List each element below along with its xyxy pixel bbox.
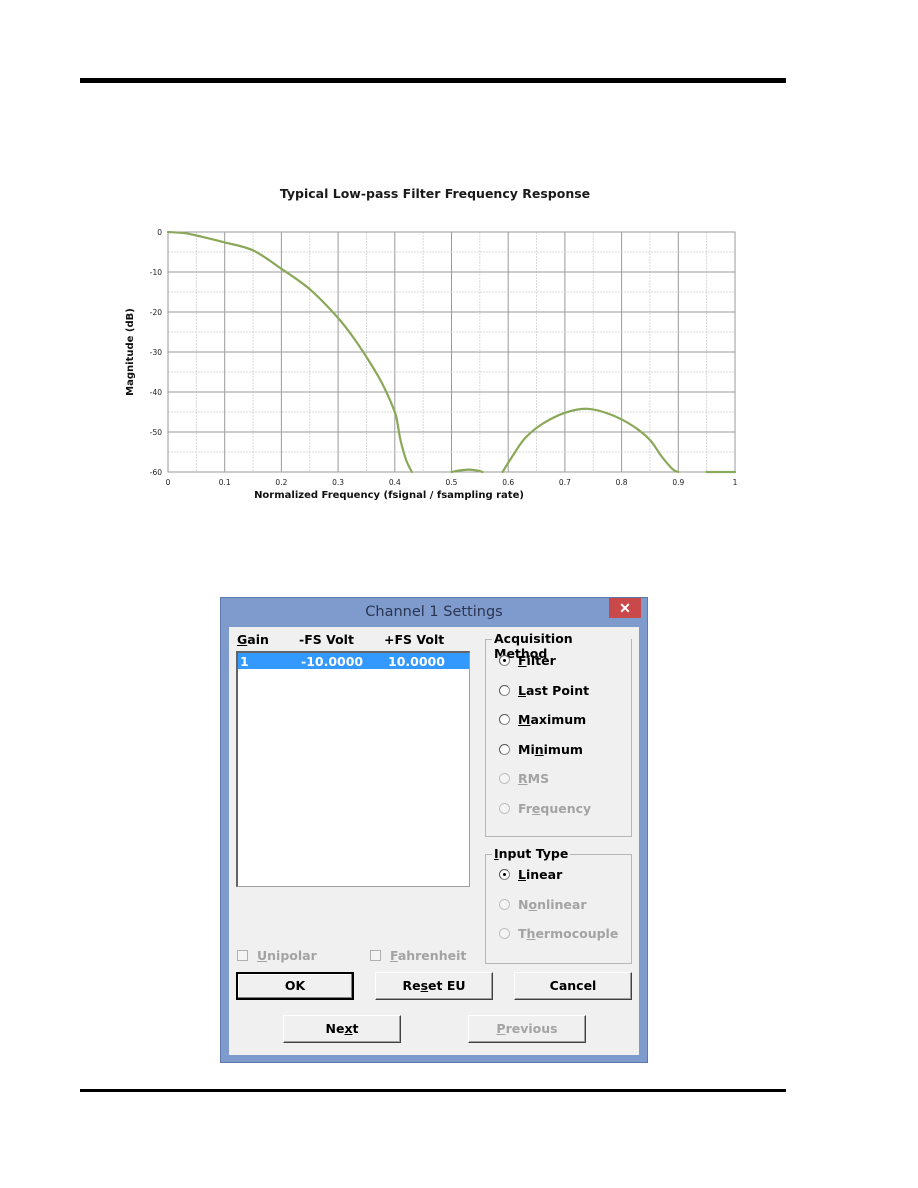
close-button[interactable]: ✕ [609,598,641,618]
chart-title: Typical Low-pass Filter Frequency Respon… [280,186,590,201]
radio-label[interactable]: RMS [518,771,549,786]
column-header-gain: Gain [237,632,269,647]
x-tick-label: 0.3 [332,478,344,487]
x-axis-ticks: 0 0.1 0.2 0.3 0.4 0.5 0.6 0.7 0.8 0.9 1 [166,478,738,487]
radio-label[interactable]: Maximum [518,712,586,727]
previous-button[interactable]: Previous [468,1015,586,1043]
input-type-title: Input Type [492,846,571,861]
y-tick-label: -20 [150,308,162,317]
gain-list[interactable]: 1 -10.0000 10.0000 [236,651,470,887]
radio-button[interactable] [499,898,510,910]
y-tick-label: -60 [150,468,162,477]
close-icon: ✕ [619,600,631,616]
radio-label[interactable]: Minimum [518,742,583,757]
x-tick-label: 0.7 [559,478,571,487]
radio-selected-dot [503,659,506,662]
response-curve-segment [501,407,680,474]
unipolar-checkbox[interactable] [237,950,248,961]
y-axis-ticks: 0 -10 -20 -30 -40 -50 -60 [150,228,162,477]
acquisition-method-title: Acquisition Method [492,631,631,661]
x-tick-label: 0.6 [502,478,514,487]
dialog-client-area: Gain -FS Volt +FS Volt 1 -10.0000 10.000… [229,627,639,1055]
x-axis-label: Normalized Frequency (fsignal / fsamplin… [254,490,524,501]
list-row[interactable]: 1 -10.0000 10.0000 [238,653,469,669]
radio-button[interactable] [499,773,510,784]
fahrenheit-checkbox[interactable] [370,950,381,961]
input-type-group: Input Type Linear Nonlinear Thermocouple [485,846,632,964]
y-tick-label: -10 [150,268,162,277]
y-tick-label: -30 [150,348,162,357]
x-tick-label: 0.5 [446,478,458,487]
unipolar-label[interactable]: Unipolar [257,948,317,963]
footer-rule [80,1089,786,1092]
radio-button[interactable] [499,743,510,755]
radio-label[interactable]: Last Point [518,683,589,698]
radio-button[interactable] [499,802,510,814]
x-tick-label: 0.9 [672,478,684,487]
radio-label[interactable]: Frequency [518,801,591,816]
cancel-button[interactable]: Cancel [514,972,632,1000]
ok-button[interactable]: OK [236,972,354,1000]
radio-label[interactable]: Filter [518,653,556,668]
radio-label[interactable]: Linear [518,867,562,882]
x-tick-label: 0.2 [275,478,287,487]
radio-label[interactable]: Thermocouple [518,926,618,941]
radio-button[interactable] [499,655,510,666]
reset-eu-button[interactable]: Reset EU [375,972,493,1000]
dialog-title: Channel 1 Settings [365,604,503,620]
fahrenheit-label[interactable]: Fahrenheit [390,948,466,963]
frequency-response-chart: Typical Low-pass Filter Frequency Respon… [125,186,738,501]
y-tick-label: 0 [157,228,162,237]
x-tick-label: 1 [733,478,738,487]
x-tick-label: 0.8 [616,478,628,487]
acquisition-method-group: Acquisition Method Filter Last Point Maxim… [485,631,632,837]
gain-value: 1 [240,654,249,669]
next-button[interactable]: Next [283,1015,401,1043]
column-header-pos-fs-volt: +FS Volt [384,632,445,647]
x-tick-label: 0 [166,478,171,487]
neg-fs-value: -10.0000 [301,654,364,669]
pos-fs-value: 10.0000 [388,654,445,669]
radio-selected-dot [503,873,506,876]
chart-grid [167,231,736,473]
radio-button[interactable] [499,714,510,725]
x-tick-label: 0.4 [389,478,401,487]
y-tick-label: -40 [150,388,162,397]
x-tick-label: 0.1 [219,478,231,487]
title-bar[interactable]: Channel 1 Settings ✕ [221,598,647,626]
radio-button[interactable] [499,869,510,880]
radio-label[interactable]: Nonlinear [518,897,587,912]
column-header-neg-fs-volt: -FS Volt [299,632,354,647]
channel-settings-dialog: Channel 1 Settings ✕ Gain -FS Volt +FS V… [220,597,648,1063]
radio-button[interactable] [499,928,510,939]
y-axis-label: Magnitude (dB) [125,308,136,396]
radio-button[interactable] [499,684,510,696]
y-tick-label: -50 [150,428,162,437]
